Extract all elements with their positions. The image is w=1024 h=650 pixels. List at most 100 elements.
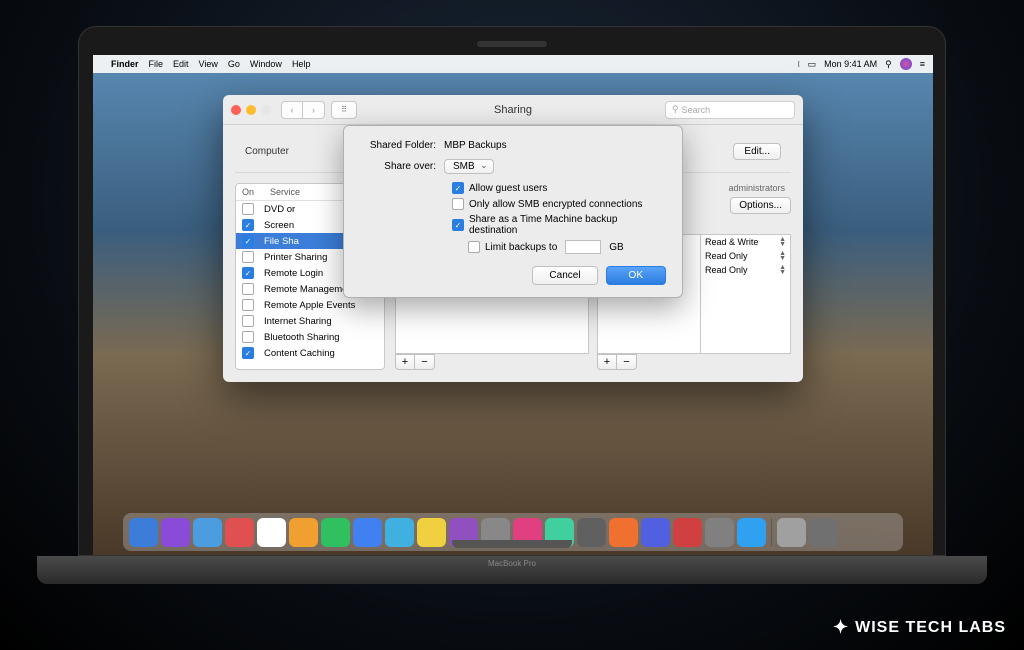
dock-app-icon[interactable] xyxy=(609,518,638,547)
dock-app-icon[interactable] xyxy=(289,518,318,547)
service-label: Remote Apple Events xyxy=(264,300,355,311)
time-machine-label: Share as a Time Machine backup destinati… xyxy=(469,214,666,236)
service-label: Screen xyxy=(264,220,294,231)
add-folder-button[interactable]: + xyxy=(395,354,415,370)
watermark: ✦ WISE TECH LABS xyxy=(833,617,1006,638)
service-checkbox[interactable]: ✓ xyxy=(242,219,254,231)
dock-app-icon[interactable] xyxy=(257,518,286,547)
stepper-icon[interactable]: ▲▼ xyxy=(779,265,786,275)
menubar-app-name[interactable]: Finder xyxy=(111,59,139,69)
menubar-item[interactable]: Window xyxy=(250,59,282,69)
stepper-icon[interactable]: ▲▼ xyxy=(779,237,786,247)
show-all-button[interactable]: ⠿ xyxy=(331,101,357,119)
menubar-item[interactable]: View xyxy=(199,59,218,69)
service-item[interactable]: Remote Apple Events xyxy=(236,297,384,313)
service-label: Content Caching xyxy=(264,348,335,359)
dock-app-icon[interactable] xyxy=(225,518,254,547)
limit-backups-input[interactable] xyxy=(565,240,601,254)
service-checkbox[interactable]: ✓ xyxy=(242,235,254,247)
forward-button[interactable]: › xyxy=(303,101,325,119)
dock-app-icon[interactable] xyxy=(193,518,222,547)
service-checkbox[interactable]: ✓ xyxy=(242,347,254,359)
smb-encrypted-checkbox[interactable] xyxy=(452,198,464,210)
service-checkbox[interactable] xyxy=(242,331,254,343)
dock-app-icon[interactable] xyxy=(641,518,670,547)
shared-folder-label: Shared Folder: xyxy=(360,140,444,151)
laptop-frame: Finder File Edit View Go Window Help ⧙ ▭… xyxy=(78,26,946,584)
shared-folder-value: MBP Backups xyxy=(444,140,507,151)
service-checkbox[interactable] xyxy=(242,283,254,295)
permission-item[interactable]: Read Only▲▼ xyxy=(701,249,790,263)
preferences-search-input[interactable]: ⚲ Search xyxy=(665,101,795,119)
edit-computer-name-button[interactable]: Edit... xyxy=(733,143,781,160)
dock-app-icon[interactable] xyxy=(577,518,606,547)
window-titlebar: ‹ › ⠿ Sharing ⚲ Search xyxy=(223,95,803,125)
share-over-label: Share over: xyxy=(360,161,444,172)
service-item[interactable]: Bluetooth Sharing xyxy=(236,329,384,345)
watermark-icon: ✦ xyxy=(833,617,849,638)
permission-item[interactable]: Read & Write▲▼ xyxy=(701,235,790,249)
service-item[interactable]: ✓ Content Caching xyxy=(236,345,384,361)
dock-app-icon[interactable] xyxy=(321,518,350,547)
laptop-camera-notch xyxy=(477,41,547,47)
dock-app-icon[interactable] xyxy=(737,518,766,547)
service-checkbox[interactable] xyxy=(242,299,254,311)
stepper-icon[interactable]: ▲▼ xyxy=(779,251,786,261)
notification-center-icon[interactable]: ≡ xyxy=(920,59,925,69)
dock-app-icon[interactable] xyxy=(385,518,414,547)
dock-app-icon[interactable] xyxy=(353,518,382,547)
limit-backups-checkbox[interactable] xyxy=(468,241,480,253)
laptop-bezel: Finder File Edit View Go Window Help ⧙ ▭… xyxy=(78,26,946,556)
shared-folder-options-sheet: Shared Folder: MBP Backups Share over: S… xyxy=(343,125,683,298)
menubar-item[interactable]: File xyxy=(149,59,164,69)
wifi-icon[interactable]: ⧙ xyxy=(798,59,800,70)
zoom-button[interactable] xyxy=(261,105,271,115)
service-label: File Sha xyxy=(264,236,299,247)
service-checkbox[interactable] xyxy=(242,315,254,327)
time-machine-checkbox[interactable]: ✓ xyxy=(452,219,464,231)
siri-icon[interactable] xyxy=(900,58,912,70)
ok-button[interactable]: OK xyxy=(606,266,666,285)
dock-separator xyxy=(771,518,772,546)
service-label: Internet Sharing xyxy=(264,316,332,327)
service-checkbox[interactable]: ✓ xyxy=(242,267,254,279)
service-label: Remote Login xyxy=(264,268,323,279)
dock-app-icon[interactable] xyxy=(705,518,734,547)
window-traffic-lights xyxy=(231,105,271,115)
dock-app-icon[interactable] xyxy=(161,518,190,547)
battery-icon[interactable]: ▭ xyxy=(808,59,817,70)
menubar-item[interactable]: Help xyxy=(292,59,311,69)
permissions-list[interactable]: Read & Write▲▼Read Only▲▼Read Only▲▼ xyxy=(701,234,791,354)
remove-folder-button[interactable]: − xyxy=(415,354,435,370)
options-button[interactable]: Options... xyxy=(730,197,791,214)
service-checkbox[interactable] xyxy=(242,251,254,263)
permission-item[interactable]: Read Only▲▼ xyxy=(701,263,790,277)
back-button[interactable]: ‹ xyxy=(281,101,303,119)
dock-app-icon[interactable] xyxy=(777,518,806,547)
allow-guests-checkbox[interactable]: ✓ xyxy=(452,182,464,194)
dock-app-icon[interactable] xyxy=(673,518,702,547)
laptop-hinge xyxy=(452,540,572,548)
service-checkbox[interactable] xyxy=(242,203,254,215)
laptop-model-label: MacBook Pro xyxy=(37,556,987,568)
menubar-item[interactable]: Go xyxy=(228,59,240,69)
service-item[interactable]: Internet Sharing xyxy=(236,313,384,329)
menubar-item[interactable]: Edit xyxy=(173,59,189,69)
computer-name-label: Computer xyxy=(245,146,289,157)
service-label: Printer Sharing xyxy=(264,252,327,263)
limit-backups-label: Limit backups to xyxy=(485,242,557,253)
limit-backups-unit: GB xyxy=(609,242,623,253)
dock-app-icon[interactable] xyxy=(417,518,446,547)
share-over-select[interactable]: SMB xyxy=(444,159,494,174)
spotlight-icon[interactable]: ⚲ xyxy=(885,59,892,70)
dock-app-icon[interactable] xyxy=(809,518,838,547)
minimize-button[interactable] xyxy=(246,105,256,115)
dock-app-icon[interactable] xyxy=(129,518,158,547)
menubar-clock[interactable]: Mon 9:41 AM xyxy=(824,59,877,69)
search-icon: ⚲ xyxy=(672,104,679,115)
macos-menubar: Finder File Edit View Go Window Help ⧙ ▭… xyxy=(93,55,933,73)
cancel-button[interactable]: Cancel xyxy=(532,266,597,285)
remove-user-button[interactable]: − xyxy=(617,354,637,370)
close-button[interactable] xyxy=(231,105,241,115)
add-user-button[interactable]: + xyxy=(597,354,617,370)
